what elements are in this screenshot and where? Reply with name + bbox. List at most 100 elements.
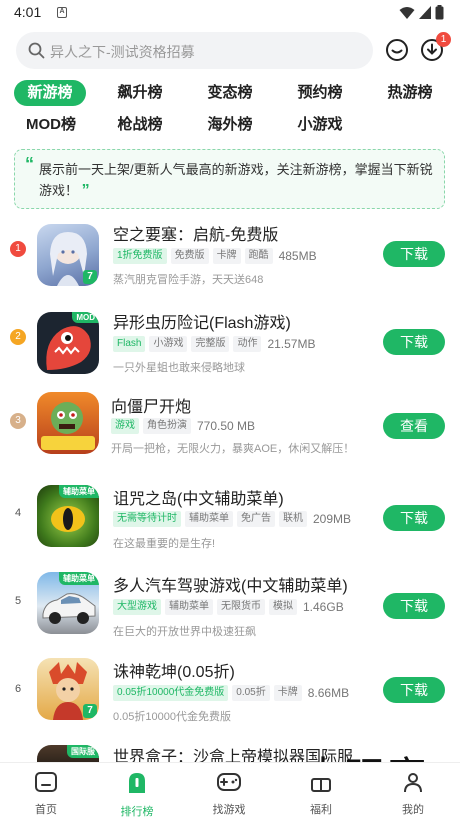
tab-rising[interactable]: 飙升榜 [104,80,176,106]
gift-icon [311,778,331,792]
view-button[interactable]: 查看 [383,413,445,439]
download-button[interactable]: 下载 [383,241,445,267]
tag-chip: 辅助菜单 [165,599,213,615]
tag-chip: 辅助菜单 [185,511,233,527]
list-item[interactable]: 1 7 空之要塞：启航-免费版 1折免费版 免费版 卡牌 跑酷 485MB 蒸汽… [0,215,460,303]
brand-corner-icon: 7 [83,704,97,718]
nav-profile[interactable]: 我的 [383,771,443,817]
search-input[interactable]: 异人之下-测试资格招募 [16,32,373,69]
status-time: 4:01 [14,4,42,20]
game-title[interactable]: 多人汽车驾驶游戏(中文辅助菜单) [113,572,348,596]
tag-chip: 游戏 [111,418,139,434]
nav-home[interactable]: 首页 [16,771,76,817]
download-button[interactable]: 下载 [383,505,445,531]
tab-hot[interactable]: 热游榜 [374,80,446,106]
rank-badge: 2 [10,329,26,345]
game-art-zombie [41,402,95,450]
tag-chip: 1折免费版 [113,248,167,264]
wifi-icon [399,6,415,19]
game-title[interactable]: 向僵尸开炮 [111,393,191,417]
tag-chip: 动作 [233,336,262,352]
list-item[interactable]: 5 辅助菜单 多人汽车驾驶游戏(中文辅助菜单) 大型游戏 辅助菜单 无限货币 模… [0,567,460,655]
profile-icon [404,773,422,793]
download-button[interactable]: 下载 [383,329,445,355]
game-title[interactable]: 诛神乾坤(0.05折) [113,658,235,682]
mod-tag: MOD [72,312,99,323]
file-size: 8.66MB [307,686,350,700]
rank-number: 6 [14,683,22,695]
game-description: 一只外星蛆也敢来侵略地球 [113,362,245,374]
tab-overseas[interactable]: 海外榜 [194,112,266,138]
tag-chip: 完整版 [191,336,230,352]
list-item[interactable]: 4 辅助菜单 诅咒之岛(中文辅助菜单) 无需等待计时 辅助菜单 免广告 联机 2… [0,479,460,567]
tag-list: 无需等待计时 辅助菜单 免广告 联机 209MB [113,511,351,527]
game-icon[interactable]: 辅助菜单 [37,572,99,634]
game-description: 在这最重要的是生存! [113,538,216,550]
game-icon[interactable] [37,392,99,454]
status-bar: 4:01 A [0,0,460,26]
tag-chip: 无限货币 [217,599,265,615]
game-title[interactable]: 诅咒之岛(中文辅助菜单) [113,485,284,509]
nav-label: 福利 [310,804,332,816]
tag-chip: 0.05折10000代金免费版 [113,685,229,701]
nav-welfare[interactable]: 福利 [291,771,351,817]
tab-shooter[interactable]: 枪战榜 [104,112,176,138]
nav-label: 排行榜 [120,806,154,818]
search-row: 异人之下-测试资格招募 1 [0,32,460,70]
list-item[interactable]: 2 MOD 异形虫历险记(Flash游戏) Flash 小游戏 完整版 动作 2… [0,303,460,391]
game-icon[interactable]: 7 [37,224,99,286]
nav-find-games[interactable]: 找游戏 [199,771,259,817]
gamepad-icon [217,773,241,791]
tab-new-games[interactable]: 新游榜 [14,80,86,106]
tag-list: 1折免费版 免费版 卡牌 跑酷 485MB [113,248,317,264]
notice-text: 展示前一天上架/更新人气最高的新游戏，关注新游榜，掌握当下新锐游戏！ [39,162,433,198]
open-quote-icon: “ [25,154,34,174]
game-description: 在巨大的开放世界中极速狂飙 [113,626,256,638]
download-button[interactable]: 下载 [383,677,445,703]
nav-label: 我的 [402,804,424,816]
tab-mini-games[interactable]: 小游戏 [284,112,356,138]
game-icon[interactable]: 辅助菜单 [37,485,99,547]
file-size: 770.50 MB [197,419,256,433]
tag-list: 游戏 角色扮演 770.50 MB [111,418,255,434]
game-title[interactable]: 空之要塞：启航-免费版 [113,221,278,245]
nav-label: 首页 [35,804,57,816]
game-icon[interactable]: 7 [37,658,99,720]
rank-number: 5 [14,595,22,607]
tag-chip: 无需等待计时 [113,511,181,527]
message-icon[interactable] [385,38,409,62]
tag-list: Flash 小游戏 完整版 动作 21.57MB [113,336,315,352]
rank-number: 4 [14,507,22,519]
download-badge: 1 [436,32,451,47]
tab-modded[interactable]: 变态榜 [194,80,266,106]
tab-mod[interactable]: MOD榜 [16,112,86,138]
search-icon [28,42,45,59]
game-description: 开局一把枪，无限火力，暴爽AOE，休闲又解压！ [111,443,355,455]
nav-ranking[interactable]: 排行榜 [107,771,167,819]
tab-preorder[interactable]: 预约榜 [284,80,356,106]
rank-badge: 1 [10,241,26,257]
tag-chip: 大型游戏 [113,599,161,615]
list-item[interactable]: 3 向僵尸开炮 游戏 角色扮演 770.50 MB 开局一把枪，无限火力，暴爽A… [0,391,460,479]
game-title[interactable]: 异形虫历险记(Flash游戏) [113,309,291,333]
cell-signal-icon [419,5,431,19]
international-tag: 国际服 [67,745,99,758]
assist-menu-tag: 辅助菜单 [59,572,99,585]
tag-chip: Flash [113,336,146,352]
status-icons [399,5,444,20]
tag-chip: 联机 [279,511,307,527]
file-size: 21.57MB [267,337,316,351]
file-size: 1.46GB [303,600,344,614]
tag-chip: 小游戏 [149,336,188,352]
rank-badge: 3 [10,413,26,429]
nav-label: 找游戏 [212,804,246,816]
tag-chip: 0.05折 [232,685,270,701]
home-icon [35,772,57,792]
tag-chip: 卡牌 [212,248,241,264]
notification-a-icon: A [57,7,67,18]
tag-chip: 免广告 [237,511,275,527]
game-icon[interactable]: MOD [37,312,99,374]
tag-chip: 角色扮演 [143,418,191,434]
download-button[interactable]: 下载 [383,593,445,619]
list-item[interactable]: 6 7 诛神乾坤(0.05折) 0.05折10000代金免费版 0.05折 卡牌… [0,655,460,743]
